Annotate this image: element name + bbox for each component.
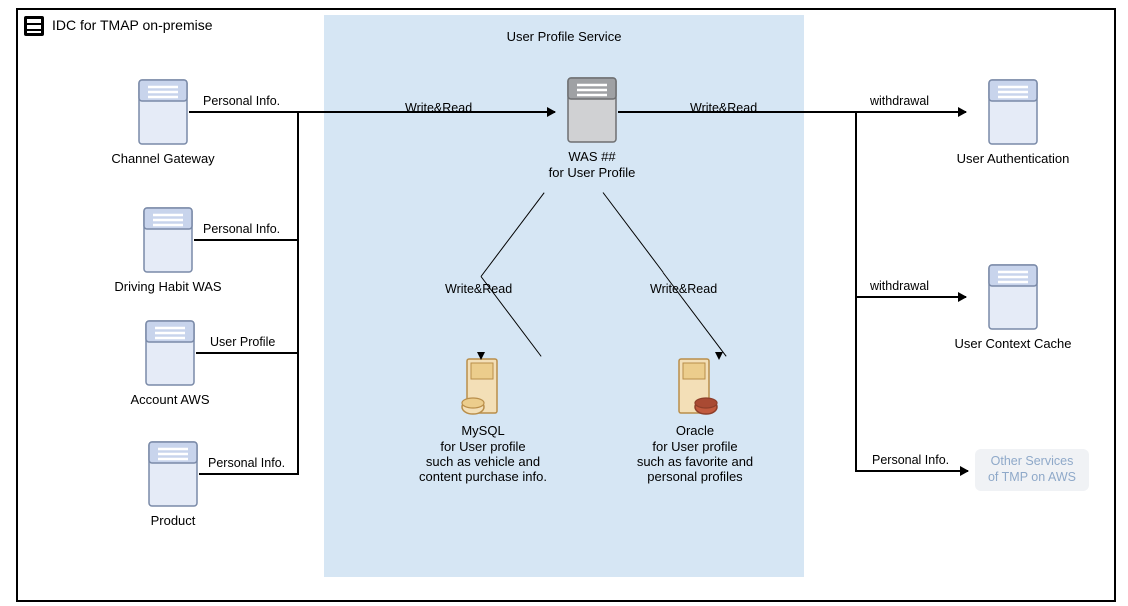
flow-personal-info: Personal Info. xyxy=(208,456,285,470)
flow-write-read: Write&Read xyxy=(690,101,757,115)
flow-write-read: Write&Read xyxy=(445,282,512,296)
label-mysql-1: MySQL xyxy=(398,423,568,439)
label-oracle-2: for User profile xyxy=(610,439,780,454)
flow-withdrawal: withdrawal xyxy=(870,94,929,108)
database-icon xyxy=(398,357,568,417)
connector xyxy=(189,111,299,113)
label-channel-gateway: Channel Gateway xyxy=(103,151,223,167)
label-account-aws: Account AWS xyxy=(120,392,220,408)
document-icon xyxy=(948,79,1078,145)
label-product: Product xyxy=(133,513,213,529)
database-icon xyxy=(610,357,780,417)
flow-write-read: Write&Read xyxy=(650,282,717,296)
node-other-services: Other Services of TMP on AWS xyxy=(975,449,1089,491)
connector xyxy=(199,473,299,475)
label-was-1: WAS ## xyxy=(532,149,652,165)
arrow xyxy=(855,296,966,298)
node-user-auth: User Authentication xyxy=(948,79,1078,167)
label-oracle-4: personal profiles xyxy=(610,469,780,484)
label-mysql-4: content purchase info. xyxy=(398,469,568,484)
node-account-aws: Account AWS xyxy=(120,320,220,408)
arrow xyxy=(618,111,966,113)
label-user-auth: User Authentication xyxy=(948,151,1078,167)
node-user-ctx: User Context Cache xyxy=(948,264,1078,352)
node-oracle: Oracle for User profile such as favorite… xyxy=(610,357,780,484)
connector xyxy=(194,239,299,241)
label-oracle-1: Oracle xyxy=(610,423,780,439)
label-other-1: Other Services xyxy=(988,454,1076,470)
label-was-2: for User Profile xyxy=(532,165,652,180)
connector xyxy=(855,111,857,471)
arrowhead-icon xyxy=(477,352,485,360)
label-oracle-3: such as favorite and xyxy=(610,454,780,469)
flow-write-read: Write&Read xyxy=(405,101,472,115)
label-other-2: of TMP on AWS xyxy=(988,470,1076,486)
node-driving-habit: Driving Habit WAS xyxy=(103,207,233,295)
flow-personal-info: Personal Info. xyxy=(872,453,949,467)
flow-personal-info: Personal Info. xyxy=(203,94,280,108)
flow-withdrawal: withdrawal xyxy=(870,279,929,293)
connector xyxy=(196,352,299,354)
flow-personal-info: Personal Info. xyxy=(203,222,280,236)
label-user-ctx: User Context Cache xyxy=(948,336,1078,352)
container-title: IDC for TMAP on-premise xyxy=(52,17,213,33)
label-driving-habit: Driving Habit WAS xyxy=(103,279,233,295)
document-icon xyxy=(948,264,1078,330)
label-mysql-3: such as vehicle and xyxy=(398,454,568,469)
server-rack-icon xyxy=(23,15,45,40)
arrowhead-icon xyxy=(715,352,723,360)
arrow xyxy=(855,470,968,472)
connector xyxy=(297,111,299,475)
node-was: WAS ## for User Profile xyxy=(532,77,652,180)
flow-user-profile: User Profile xyxy=(210,335,275,349)
label-mysql-2: for User profile xyxy=(398,439,568,454)
node-mysql: MySQL for User profile such as vehicle a… xyxy=(398,357,568,484)
node-channel-gateway: Channel Gateway xyxy=(103,79,223,167)
node-product: Product xyxy=(133,441,213,529)
panel-title: User Profile Service xyxy=(324,29,804,44)
